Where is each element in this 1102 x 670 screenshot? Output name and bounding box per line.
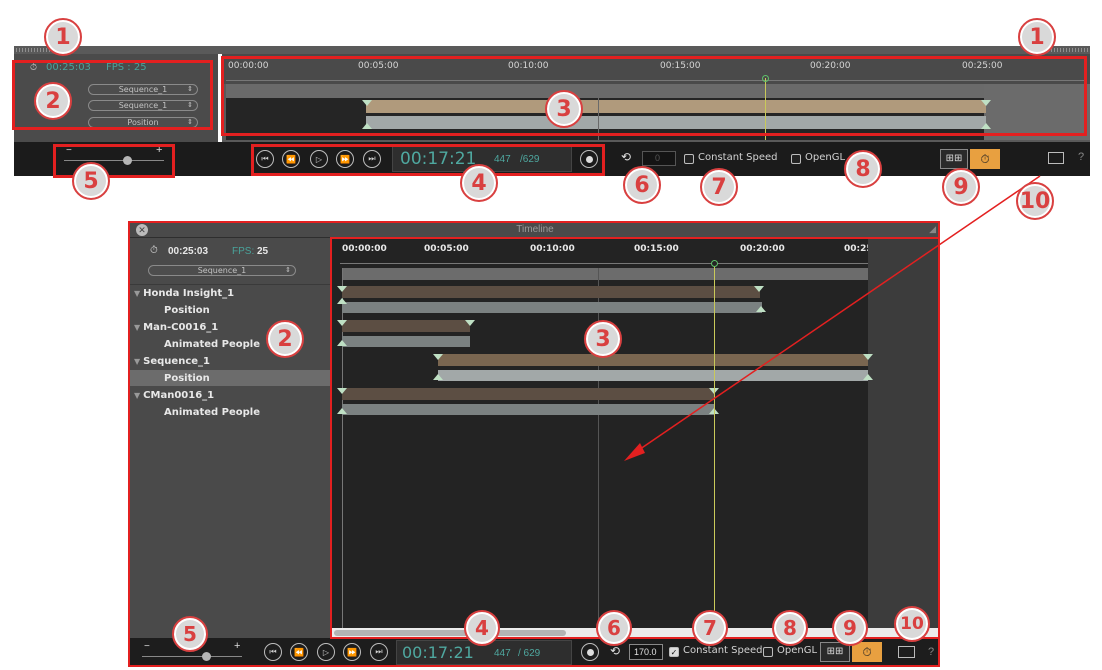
annotation-badge-9-top: 9 — [942, 168, 980, 206]
annotation-badge-5-window: 5 — [172, 616, 208, 652]
annotation-badge-4-top: 4 — [460, 164, 498, 202]
annotation-badge-6-top: 6 — [623, 166, 661, 204]
annotation-badge-3-top: 3 — [545, 90, 583, 128]
annotation-badge-6-window: 6 — [596, 610, 632, 646]
annotation-badge-3-window: 3 — [584, 320, 622, 358]
annotation-badge-5-top: 5 — [72, 162, 110, 200]
annotation-badge-7-window: 7 — [692, 610, 728, 646]
annotation-badge-9-window: 9 — [832, 610, 868, 646]
annotation-badge-10-top: 10 — [1016, 182, 1054, 220]
annotation-badge-1-right: 1 — [1018, 18, 1056, 56]
annotation-badge-10-window: 10 — [894, 606, 930, 642]
annotation-badge-4-window: 4 — [464, 610, 500, 646]
annotation-badge-2-top: 2 — [34, 82, 72, 120]
annotation-badge-8-top: 8 — [844, 150, 882, 188]
annotation-badge-1-left: 1 — [44, 18, 82, 56]
annotation-badge-2-window: 2 — [266, 320, 304, 358]
annotation-badge-7-top: 7 — [700, 168, 738, 206]
annotation-badge-8-window: 8 — [772, 610, 808, 646]
